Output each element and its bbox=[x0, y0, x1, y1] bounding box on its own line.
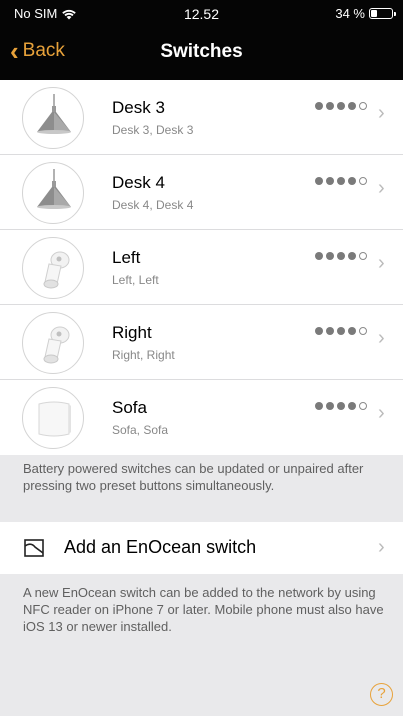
switch-row[interactable]: Right Right, Right › bbox=[0, 305, 403, 380]
battery-percent: 34 % bbox=[335, 6, 365, 21]
help-button[interactable]: ? bbox=[370, 683, 393, 706]
signal-dot bbox=[326, 177, 334, 185]
switch-name: Sofa bbox=[112, 398, 147, 417]
help-icon: ? bbox=[377, 685, 386, 702]
add-enocean-switch-button[interactable]: Add an EnOcean switch › bbox=[0, 522, 403, 574]
chevron-right-icon: › bbox=[378, 536, 385, 558]
switch-name: Left bbox=[112, 248, 141, 267]
switch-name: Right bbox=[112, 323, 152, 342]
signal-dot bbox=[315, 402, 323, 410]
signal-strength-indicator bbox=[315, 402, 367, 410]
signal-dot bbox=[337, 177, 345, 185]
switch-detail: Sofa, Sofa bbox=[112, 423, 169, 437]
battery-note: Battery powered switches can be updated … bbox=[23, 461, 364, 493]
signal-dot bbox=[337, 402, 345, 410]
chevron-right-icon: › bbox=[378, 177, 385, 199]
switch-list: Desk 3 Desk 3, Desk 3 › Desk 4 Desk 4, Desk … bbox=[0, 80, 403, 455]
signal-dot bbox=[337, 102, 345, 110]
navigation-bar: ‹ Back Switches bbox=[0, 30, 403, 74]
switch-row[interactable]: Desk 3 Desk 3, Desk 3 › bbox=[0, 80, 403, 155]
chevron-right-icon: › bbox=[378, 252, 385, 274]
switch-detail: Desk 4, Desk 4 bbox=[112, 198, 194, 212]
signal-dot bbox=[348, 102, 356, 110]
enocean-switch-icon bbox=[24, 539, 44, 557]
switch-row[interactable]: Left Left, Left › bbox=[0, 230, 403, 305]
signal-strength-indicator bbox=[315, 327, 367, 335]
signal-dot bbox=[337, 252, 345, 260]
signal-dot bbox=[326, 252, 334, 260]
signal-dot bbox=[348, 402, 356, 410]
chevron-right-icon: › bbox=[378, 402, 385, 424]
signal-dot bbox=[326, 402, 334, 410]
page-title: Switches bbox=[160, 41, 243, 62]
pendant-lamp-icon bbox=[22, 162, 84, 224]
signal-dot bbox=[326, 327, 334, 335]
signal-dot bbox=[359, 402, 367, 410]
switch-row[interactable]: Desk 4 Desk 4, Desk 4 › bbox=[0, 155, 403, 230]
add-switch-label: Add an EnOcean switch bbox=[64, 537, 257, 557]
wall-lamp-icon bbox=[22, 387, 84, 449]
switch-detail: Right, Right bbox=[112, 348, 175, 362]
chevron-right-icon: › bbox=[378, 102, 385, 124]
status-bar: No SIM 12.52 34 % bbox=[0, 0, 403, 28]
signal-strength-indicator bbox=[315, 177, 367, 185]
pendant-lamp-icon bbox=[22, 87, 84, 149]
signal-dot bbox=[348, 177, 356, 185]
signal-strength-indicator bbox=[315, 252, 367, 260]
battery-icon bbox=[369, 8, 396, 19]
switch-name: Desk 4 bbox=[112, 173, 165, 192]
signal-dot bbox=[348, 327, 356, 335]
signal-dot bbox=[315, 102, 323, 110]
signal-dot bbox=[359, 252, 367, 260]
header: No SIM 12.52 34 % ‹ Back Switches bbox=[0, 0, 403, 80]
spotlight-icon bbox=[22, 237, 84, 299]
signal-dot bbox=[315, 252, 323, 260]
signal-dot bbox=[315, 177, 323, 185]
switch-row[interactable]: Sofa Sofa, Sofa › bbox=[0, 380, 403, 455]
signal-dot bbox=[359, 327, 367, 335]
spotlight-icon bbox=[22, 312, 84, 374]
signal-dot bbox=[348, 252, 356, 260]
signal-dot bbox=[359, 102, 367, 110]
switch-detail: Desk 3, Desk 3 bbox=[112, 123, 194, 137]
chevron-right-icon: › bbox=[378, 327, 385, 349]
enocean-note: A new EnOcean switch can be added to the… bbox=[23, 585, 384, 634]
signal-dot bbox=[326, 102, 334, 110]
switch-detail: Left, Left bbox=[112, 273, 159, 287]
signal-dot bbox=[337, 327, 345, 335]
switch-name: Desk 3 bbox=[112, 98, 165, 117]
signal-strength-indicator bbox=[315, 102, 367, 110]
signal-dot bbox=[315, 327, 323, 335]
signal-dot bbox=[359, 177, 367, 185]
